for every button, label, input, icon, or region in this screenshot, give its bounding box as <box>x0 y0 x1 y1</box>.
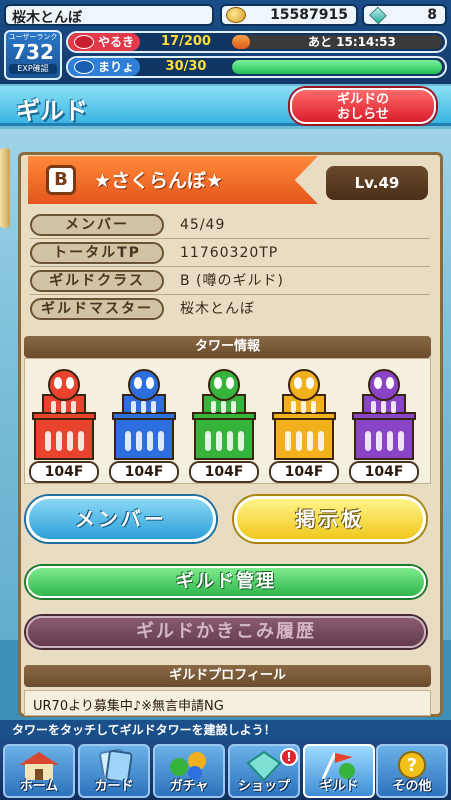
news-button-line1: ギルドの <box>336 92 389 107</box>
guild-banner: B ★さくらんぼ★ <box>28 156 318 204</box>
stamina-value: 17/200 <box>161 34 211 49</box>
tower-purple[interactable]: 104F <box>349 365 419 483</box>
info-label: ギルドクラス <box>30 270 164 292</box>
tower-blue[interactable]: 104F <box>109 365 179 483</box>
info-row-guild-master: ギルドマスター 桜木とんぼ <box>30 298 430 322</box>
tower-yellow-icon <box>272 369 336 460</box>
coin-icon <box>226 7 246 23</box>
puyo-red-icon <box>74 35 94 49</box>
tower-blue-icon <box>112 369 176 460</box>
tab-home[interactable]: ホーム <box>3 744 75 798</box>
tower-floor: 104F <box>29 461 99 483</box>
magic-label: まりょく <box>98 60 135 74</box>
tower-green-icon <box>192 369 256 460</box>
magic-row: まりょく 30/30 <box>66 56 447 78</box>
info-value: 11760320TP <box>180 245 279 261</box>
tab-shop[interactable]: ! ショップ <box>228 744 300 798</box>
guild-manage-button[interactable]: ギルド管理 <box>26 566 426 598</box>
tab-gacha[interactable]: ガチャ <box>153 744 225 798</box>
info-value: 45/49 <box>180 217 226 233</box>
bottom-tab-bar: ホーム カード ガチャ ! ショップ ギルド ? その他 <box>0 740 451 800</box>
user-rank-button[interactable]: ユーザーランク 732 EXP確認 <box>4 30 62 80</box>
bulletin-board-button[interactable]: 掲示板 <box>234 496 426 542</box>
tower-red-icon <box>32 369 96 460</box>
tower-red[interactable]: 104F <box>29 365 99 483</box>
magic-bar-fill <box>232 60 442 74</box>
divider <box>30 294 430 295</box>
profile-text: UR70より募集中♪※無言申請NG <box>24 690 431 716</box>
tab-label: ギルド <box>319 779 359 794</box>
tower-section-title: タワー情報 <box>24 336 431 358</box>
info-label: メンバー <box>30 214 164 236</box>
stamina-label: やるき <box>98 35 135 49</box>
guild-level: Lv.49 <box>326 166 428 200</box>
info-row-total-tp: トータルTP 11760320TP <box>30 242 430 267</box>
gem-icon <box>369 6 387 25</box>
tower-floor: 104F <box>109 461 179 483</box>
tab-label: ガチャ <box>169 779 209 794</box>
coin-value: 15587915 <box>270 7 348 23</box>
gem-counter: 8 <box>362 4 447 26</box>
guild-rank-badge: B <box>46 165 76 195</box>
tower-green[interactable]: 104F <box>189 365 259 483</box>
tower-floor: 104F <box>269 461 339 483</box>
tab-guild[interactable]: ギルド <box>303 744 375 798</box>
tab-label: その他 <box>392 779 432 794</box>
divider <box>30 266 430 267</box>
rank-value: 732 <box>12 40 54 64</box>
info-row-guild-class: ギルドクラス B (噂のギルド) <box>30 270 430 295</box>
hint-ticker: タワーをタッチしてギルドタワーを建設しよう！ <box>0 720 451 740</box>
page-header: ギルド ギルドの おしらせ <box>0 86 451 126</box>
tower-yellow[interactable]: 104F <box>269 365 339 483</box>
tower-purple-icon <box>352 369 416 460</box>
info-label: ギルドマスター <box>30 298 164 320</box>
news-button-line2: おしらせ <box>337 107 389 122</box>
stamina-bar-fill <box>232 35 250 49</box>
exp-check-label: EXP確認 <box>9 64 57 74</box>
tab-card[interactable]: カード <box>78 744 150 798</box>
stamina-row: やるき 17/200 あと 15:14:53 <box>66 31 447 53</box>
tab-other[interactable]: ? その他 <box>376 744 448 798</box>
guild-name: ★さくらんぼ★ <box>94 170 224 192</box>
profile-section-title: ギルドプロフィール <box>24 665 431 687</box>
divider <box>30 238 430 239</box>
gem-value: 8 <box>427 7 437 23</box>
flag-pole <box>0 148 10 228</box>
stamina-tag: やるき <box>68 33 140 51</box>
magic-tag: まりょく <box>68 58 140 76</box>
magic-value: 30/30 <box>165 59 207 74</box>
info-label: トータルTP <box>30 242 164 264</box>
stamina-timer: あと 15:14:53 <box>308 35 396 49</box>
puyo-blue-icon <box>74 60 94 74</box>
info-row-members: メンバー 45/49 <box>30 214 430 239</box>
player-name: 桜木とんぼ <box>4 4 214 26</box>
guild-post-history-button[interactable]: ギルドかきこみ履歴 <box>26 616 426 648</box>
tab-label: カード <box>94 779 134 794</box>
tower-floor: 104F <box>189 461 259 483</box>
page-title: ギルド <box>16 97 88 125</box>
magic-bar <box>232 60 442 74</box>
coin-counter: 15587915 <box>220 4 358 26</box>
info-value: B (噂のギルド) <box>180 273 284 289</box>
svg-text:?: ? <box>407 755 417 776</box>
tab-label: ホーム <box>19 779 59 794</box>
guild-news-button[interactable]: ギルドの おしらせ <box>290 88 436 124</box>
tower-floor: 104F <box>349 461 419 483</box>
tower-area: 104F 104F 104F 104F 104F <box>24 358 431 484</box>
info-value: 桜木とんぼ <box>180 301 255 317</box>
shop-alert-badge: ! <box>280 748 298 766</box>
member-button[interactable]: メンバー <box>26 496 216 542</box>
status-bar: 桜木とんぼ 15587915 8 ユーザーランク 732 EXP確認 やるき 1… <box>0 0 451 84</box>
tab-label: ショップ <box>237 779 290 794</box>
